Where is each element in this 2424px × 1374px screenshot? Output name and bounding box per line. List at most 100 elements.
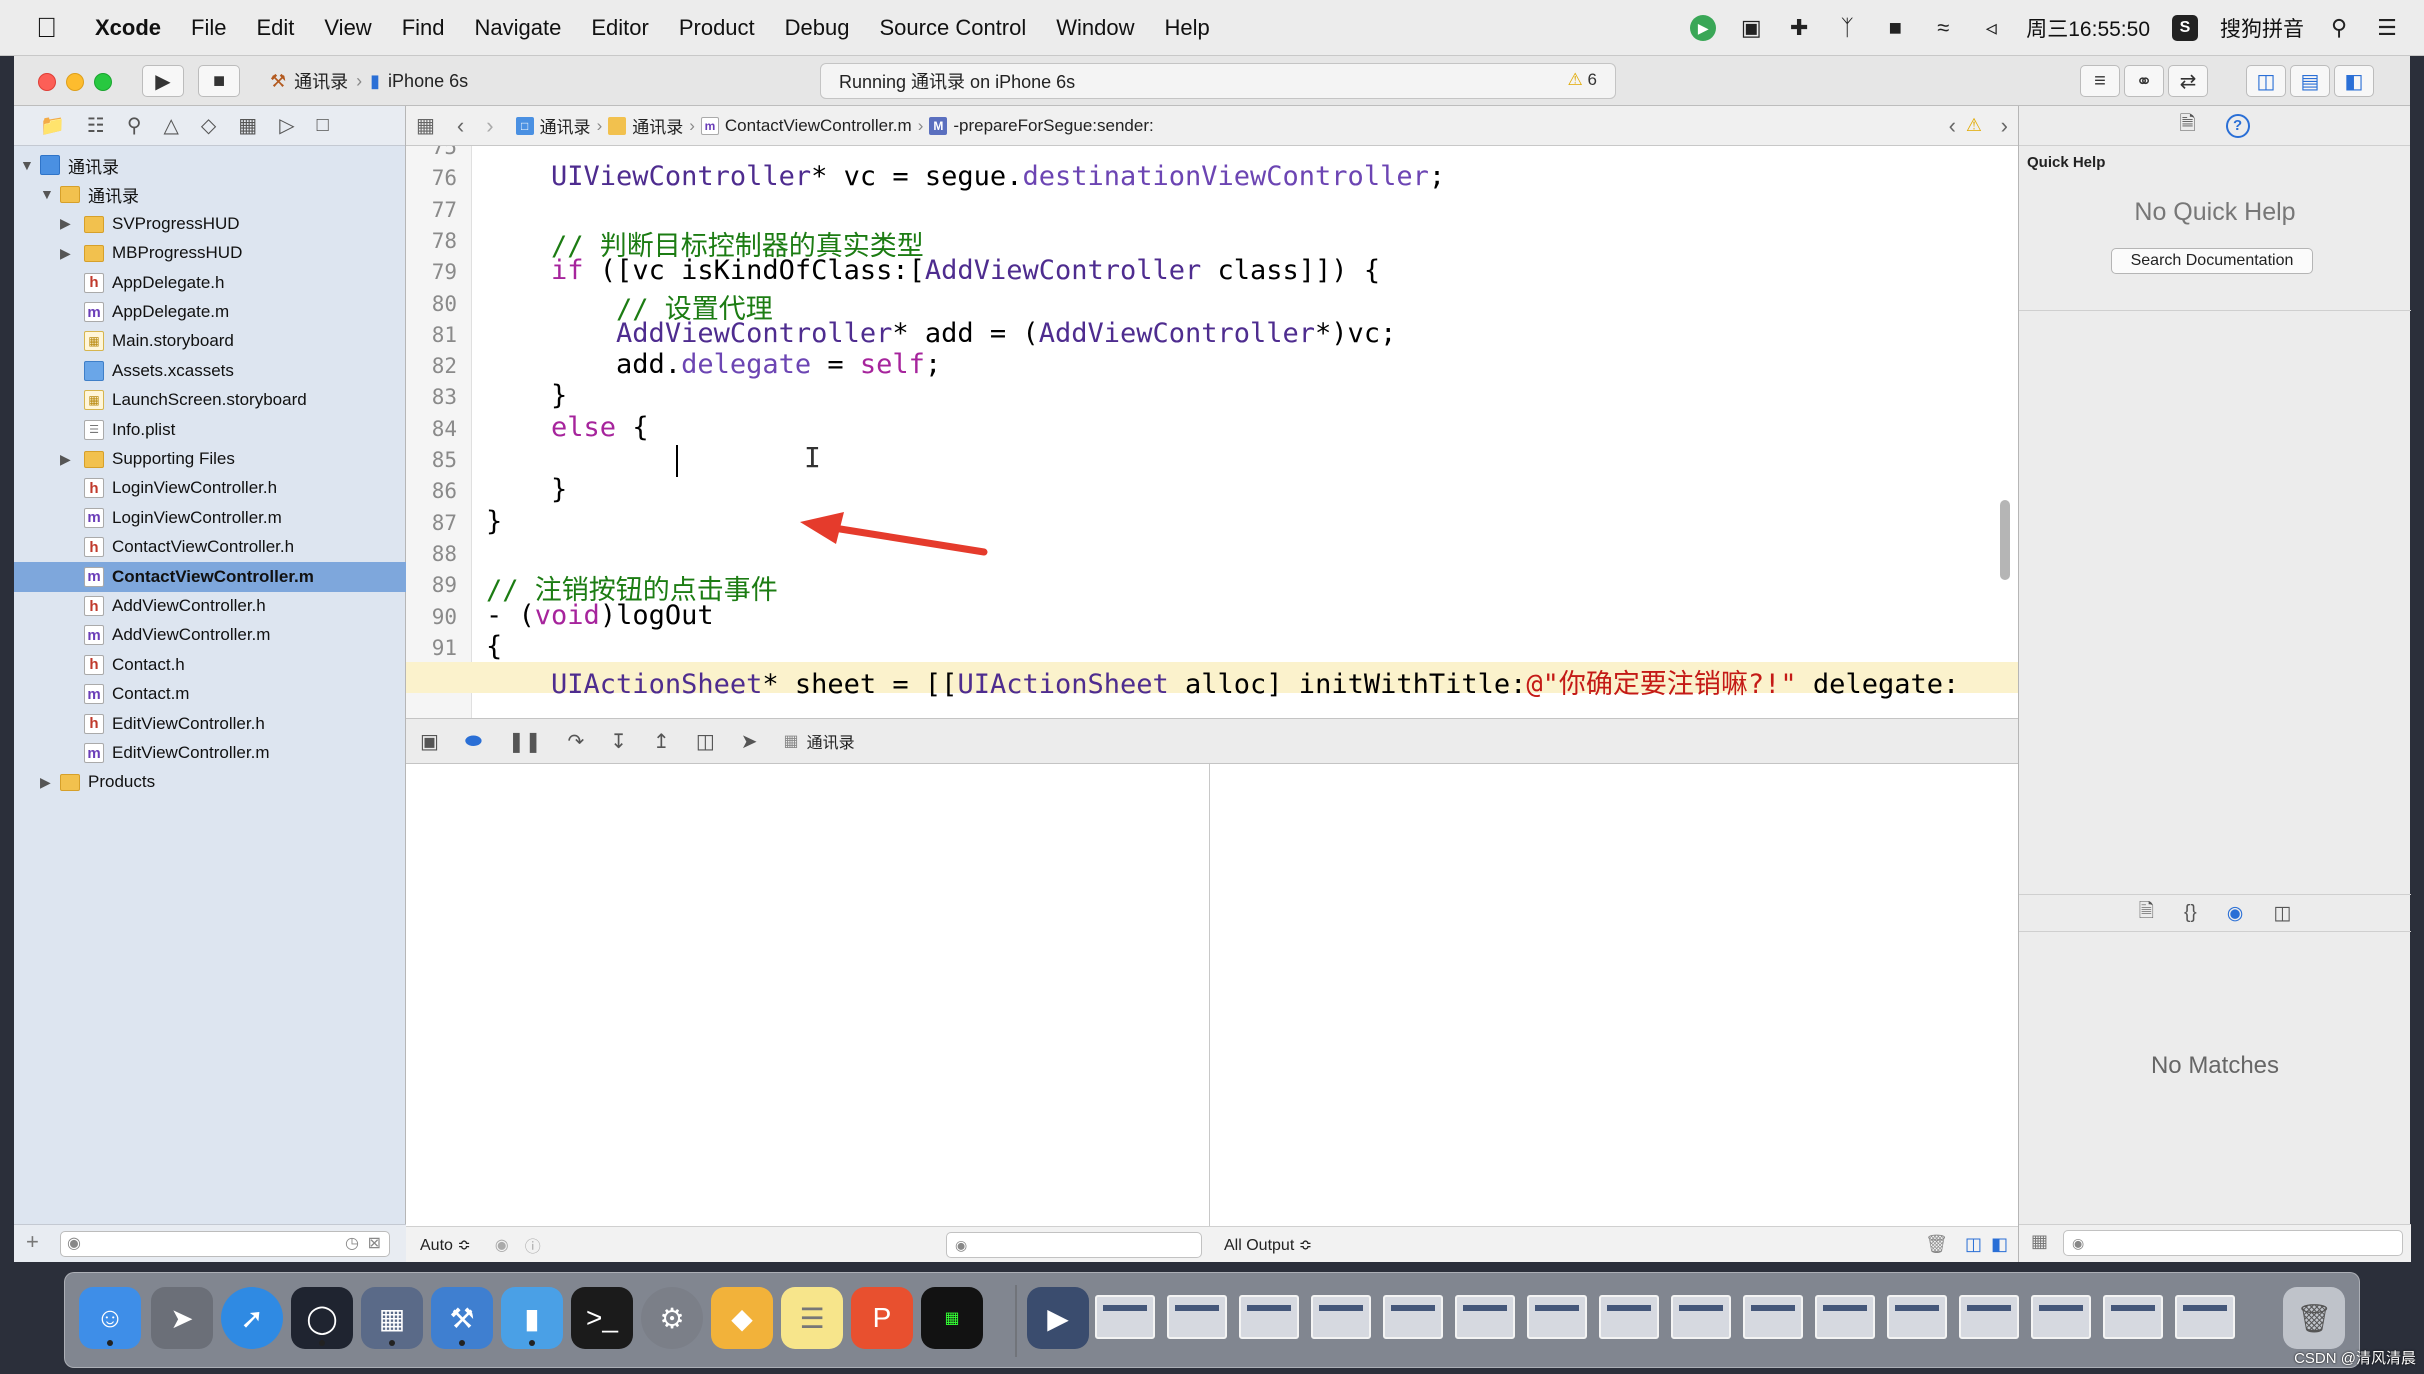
step-out-icon[interactable]: ↥ <box>653 729 670 754</box>
code-line[interactable]: add.delegate = self; <box>486 349 941 380</box>
breadcrumb-file[interactable]: m ContactViewController.m <box>700 116 912 136</box>
breadcrumb-project[interactable]: □ 通讯录 <box>515 113 591 138</box>
tree-item[interactable]: Assets.xcassets <box>14 356 406 386</box>
grid-view-icon[interactable]: ▦ <box>2031 1231 2048 1252</box>
menu-product[interactable]: Product <box>679 15 755 41</box>
step-into-icon[interactable]: ↧ <box>610 729 627 754</box>
toggle-navigator-button[interactable]: ◫ <box>2246 65 2286 97</box>
minimized-window-thumbnail[interactable] <box>1455 1295 1515 1339</box>
tree-item[interactable]: m Contact.m <box>14 679 406 709</box>
code-line[interactable]: // 设置代理 <box>486 287 773 325</box>
console-view[interactable]: All Output ≎ 🗑 ◫ ◧ <box>1210 764 2018 1262</box>
minimized-window-thumbnail[interactable] <box>1599 1295 1659 1339</box>
window-minimize-button[interactable] <box>66 73 84 91</box>
code-line[interactable]: } <box>486 380 567 411</box>
symbol-navigator-icon[interactable]: ☷ <box>87 113 105 138</box>
code-line[interactable]: else { <box>486 412 649 443</box>
project-navigator-icon[interactable]: 📁 <box>40 113 65 138</box>
window-zoom-button[interactable] <box>94 73 112 91</box>
code-line[interactable]: UIActionSheet* sheet = [[UIActionSheet a… <box>486 662 1959 700</box>
minimized-window-thumbnail[interactable] <box>1095 1295 1155 1339</box>
add-file-icon[interactable]: + <box>26 1229 39 1255</box>
breakpoint-navigator-icon[interactable]: ▷ <box>279 113 294 138</box>
tree-item[interactable]: m ContactViewController.m <box>14 561 406 592</box>
library-filter-field[interactable]: ◉ <box>2063 1230 2403 1256</box>
disclosure-closed-icon[interactable]: ▶ <box>60 451 74 468</box>
breakpoints-toggle-icon[interactable]: ⬬ <box>465 730 482 753</box>
minimized-window-thumbnail[interactable] <box>1527 1295 1587 1339</box>
screen-record-icon[interactable]: ▣ <box>1738 15 1764 41</box>
tree-item[interactable]: m AddViewController.m <box>14 620 406 650</box>
tree-item[interactable]: ▦ LaunchScreen.storyboard <box>14 385 406 415</box>
minimized-window-thumbnail[interactable] <box>1239 1295 1299 1339</box>
show-variables-icon[interactable]: ◫ <box>1965 1234 1982 1255</box>
notes-icon[interactable]: ☰ <box>781 1287 843 1349</box>
previous-issue-icon[interactable]: ‹ <box>1949 113 1956 139</box>
hide-debug-area-icon[interactable]: ▣ <box>420 729 439 754</box>
system-preferences-icon[interactable]: ⚙ <box>641 1287 703 1349</box>
source-editor[interactable]: 7576777879808182838485868788899091⚠92 UI… <box>406 146 2018 718</box>
code-line[interactable]: // 注销按钮的点击事件 <box>486 568 778 606</box>
object-library-icon[interactable]: ◉ <box>2227 902 2244 925</box>
minimized-window-thumbnail[interactable] <box>1311 1295 1371 1339</box>
quick-help-icon[interactable]: ? <box>2225 113 2250 138</box>
sketch-icon[interactable]: ◆ <box>711 1287 773 1349</box>
presentation-app-icon[interactable]: P <box>851 1287 913 1349</box>
console-app-icon[interactable]: ▦ <box>921 1287 983 1349</box>
stop-button[interactable]: ■ <box>198 65 240 97</box>
scope-selector[interactable]: Auto ≎ <box>420 1235 471 1255</box>
media-library-icon[interactable]: ◫ <box>2273 902 2291 925</box>
tree-item[interactable]: m LoginViewController.m <box>14 503 406 533</box>
related-items-icon[interactable]: ▦ <box>416 113 435 138</box>
quick-look-icon[interactable]: ◉ <box>495 1235 509 1255</box>
menu-find[interactable]: Find <box>402 15 445 41</box>
minimized-window-thumbnail[interactable] <box>1383 1295 1443 1339</box>
move-icon[interactable]: ✚ <box>1786 15 1812 41</box>
screenflow-icon[interactable]: ▦ <box>361 1287 423 1349</box>
menu-navigate[interactable]: Navigate <box>475 15 562 41</box>
apple-logo-icon[interactable]:  <box>36 12 80 44</box>
minimized-window-thumbnail[interactable] <box>2175 1295 2235 1339</box>
version-editor-button[interactable]: ⇄ <box>2168 65 2208 97</box>
step-over-icon[interactable]: ↷ <box>568 729 585 754</box>
process-selector[interactable]: ▦ 通讯录 <box>783 729 854 753</box>
search-documentation-button[interactable]: Search Documentation <box>2111 248 2313 274</box>
forward-icon[interactable]: › <box>486 113 493 139</box>
app-status-icon[interactable]: ▶ <box>1690 15 1717 41</box>
bluetooth-icon[interactable]: ᛉ <box>1834 15 1860 41</box>
variables-view[interactable]: Auto ≎ ◉ ⓘ ◉ <box>406 764 1210 1262</box>
notification-list-icon[interactable]: ☰ <box>2374 15 2400 41</box>
xcode-icon[interactable]: ⚒ <box>431 1287 493 1349</box>
toggle-debug-area-button[interactable]: ▤ <box>2290 65 2330 97</box>
minimized-window-thumbnail[interactable] <box>1887 1295 1947 1339</box>
minimized-window-thumbnail[interactable] <box>1167 1295 1227 1339</box>
tree-item[interactable]: ☰ Info.plist <box>14 415 406 445</box>
trash-icon[interactable]: 🗑 <box>1925 1234 1948 1255</box>
navigator-filter-field[interactable]: ◉ ◷ ⊠ <box>60 1231 390 1257</box>
recent-files-icon[interactable]: ◷ <box>345 1233 359 1253</box>
tree-item[interactable]: h LoginViewController.h <box>14 473 406 503</box>
code-line[interactable]: } <box>486 474 567 505</box>
minimized-window-thumbnail[interactable] <box>1743 1295 1803 1339</box>
warning-indicator[interactable]: ⚠ 6 <box>1568 70 1597 90</box>
breadcrumb-group[interactable]: 通讯录 <box>608 113 683 138</box>
tree-item[interactable]: m EditViewController.m <box>14 738 406 768</box>
find-navigator-icon[interactable]: ⚲ <box>127 113 142 138</box>
simulate-location-icon[interactable]: ➤ <box>741 729 758 754</box>
minimized-window-thumbnail[interactable] <box>1959 1295 2019 1339</box>
assistant-editor-button[interactable]: ⚭ <box>2124 65 2164 97</box>
report-navigator-icon[interactable]: □ <box>317 114 329 137</box>
simulator-icon[interactable]: ▮ <box>501 1287 563 1349</box>
menu-debug[interactable]: Debug <box>785 15 850 41</box>
run-button[interactable]: ▶ <box>142 65 184 97</box>
code-line[interactable]: AddViewController* add = (AddViewControl… <box>486 318 1396 349</box>
tree-item[interactable]: ▶ SVProgressHUD <box>14 209 406 239</box>
menu-file[interactable]: File <box>191 15 226 41</box>
tree-item[interactable]: ▶ MBProgressHUD <box>14 238 406 268</box>
launchpad-icon[interactable]: ➤ <box>151 1287 213 1349</box>
safari-icon[interactable]: ➚ <box>221 1287 283 1349</box>
pause-icon[interactable]: ❚❚ <box>508 729 542 754</box>
tree-item[interactable]: ▼ 通讯录 <box>14 179 406 209</box>
media-player-icon[interactable]: ▶ <box>1027 1287 1089 1349</box>
lock-icon[interactable]: ■ <box>1882 15 1908 41</box>
